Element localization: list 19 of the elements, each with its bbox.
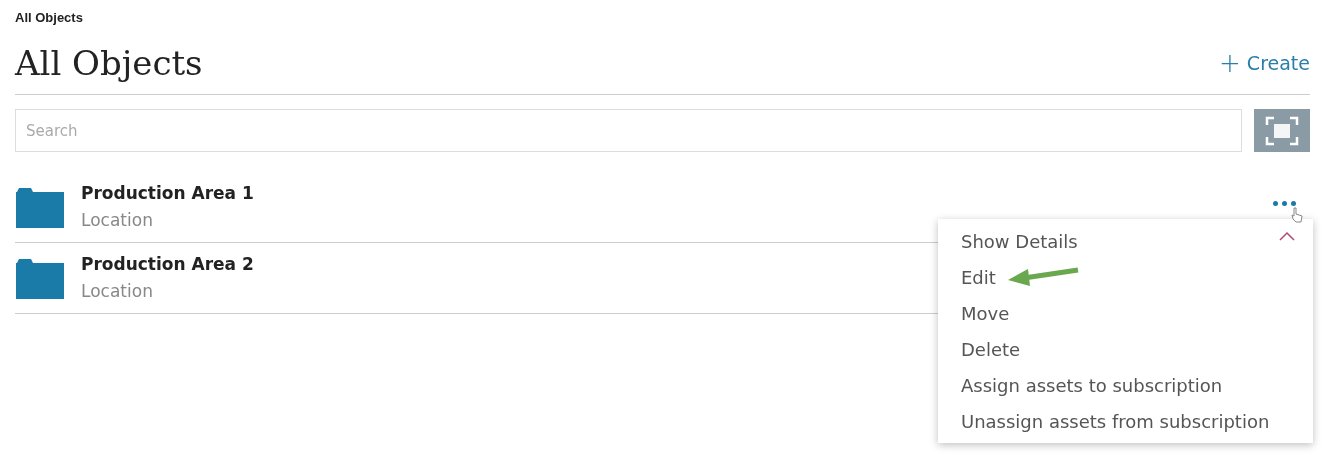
menu-item[interactable]: Assign assets to subscription xyxy=(961,371,1223,399)
barcode-icon xyxy=(1265,115,1299,146)
menu-item[interactable]: Delete xyxy=(961,335,1021,363)
folder-icon xyxy=(15,256,65,300)
collapse-icon[interactable] xyxy=(1279,231,1295,241)
breadcrumb[interactable]: All Objects xyxy=(15,8,83,28)
menu-item[interactable]: Move xyxy=(961,299,1010,327)
page-title: All Objects xyxy=(15,41,203,84)
menu-item[interactable]: Unassign assets from subscription xyxy=(961,407,1270,435)
item-name[interactable]: Production Area 2 xyxy=(81,251,254,277)
item-name[interactable]: Production Area 1 xyxy=(81,180,254,206)
search-field[interactable]: Search xyxy=(15,109,1242,152)
item-type: Location xyxy=(81,280,154,303)
folder-icon xyxy=(15,185,65,229)
scan-button[interactable] xyxy=(1254,109,1310,152)
create-button[interactable]: + Create xyxy=(1219,48,1310,77)
menu-item[interactable]: Show Details xyxy=(961,227,1078,255)
menu-item[interactable]: Edit xyxy=(961,263,996,291)
item-type: Location xyxy=(81,209,154,232)
